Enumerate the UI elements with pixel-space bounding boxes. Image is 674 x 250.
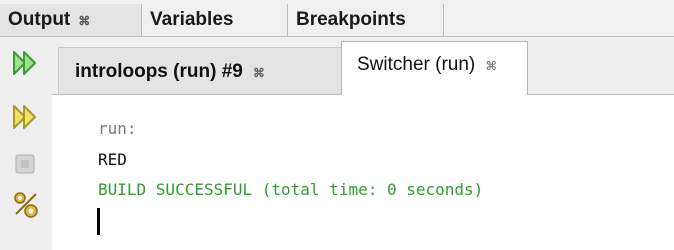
close-icon[interactable]: ⌘ [485,59,497,73]
tab-output[interactable]: Output ⌘ [0,4,142,36]
close-icon[interactable]: ⌘ [253,66,265,80]
text-caret [97,208,100,235]
close-icon[interactable]: ⌘ [78,14,90,28]
panel-tab-bar: Output ⌘ Variables Breakpoints [0,0,674,37]
output-toolbar [0,37,52,250]
tab-introloops-run[interactable]: introloops (run) #9 ⌘ [58,47,342,94]
tab-introloops-label: introloops (run) #9 [75,61,243,82]
console-line-output: RED [98,150,127,169]
console-line-run: run: [98,119,137,138]
tab-switcher-run[interactable]: Switcher (run) ⌘ [341,41,528,95]
settings-icon[interactable] [12,190,40,218]
console-tab-bar: introloops (run) #9 ⌘ Switcher (run) ⌘ [52,37,674,95]
stop-icon[interactable] [12,153,40,181]
tab-breakpoints-label: Breakpoints [296,9,406,30]
tab-variables[interactable]: Variables [142,4,288,36]
tab-variables-label: Variables [150,9,234,30]
tab-switcher-label: Switcher (run) [357,54,476,75]
console-line-build-status: BUILD SUCCESSFUL (total time: 0 seconds) [98,180,484,199]
console-output[interactable]: run: RED BUILD SUCCESSFUL (total time: 0… [52,95,674,250]
rerun-icon[interactable] [12,49,40,77]
tab-output-label: Output [8,9,71,30]
rerun-with-params-icon[interactable] [12,103,40,131]
tab-breakpoints[interactable]: Breakpoints [288,4,444,36]
